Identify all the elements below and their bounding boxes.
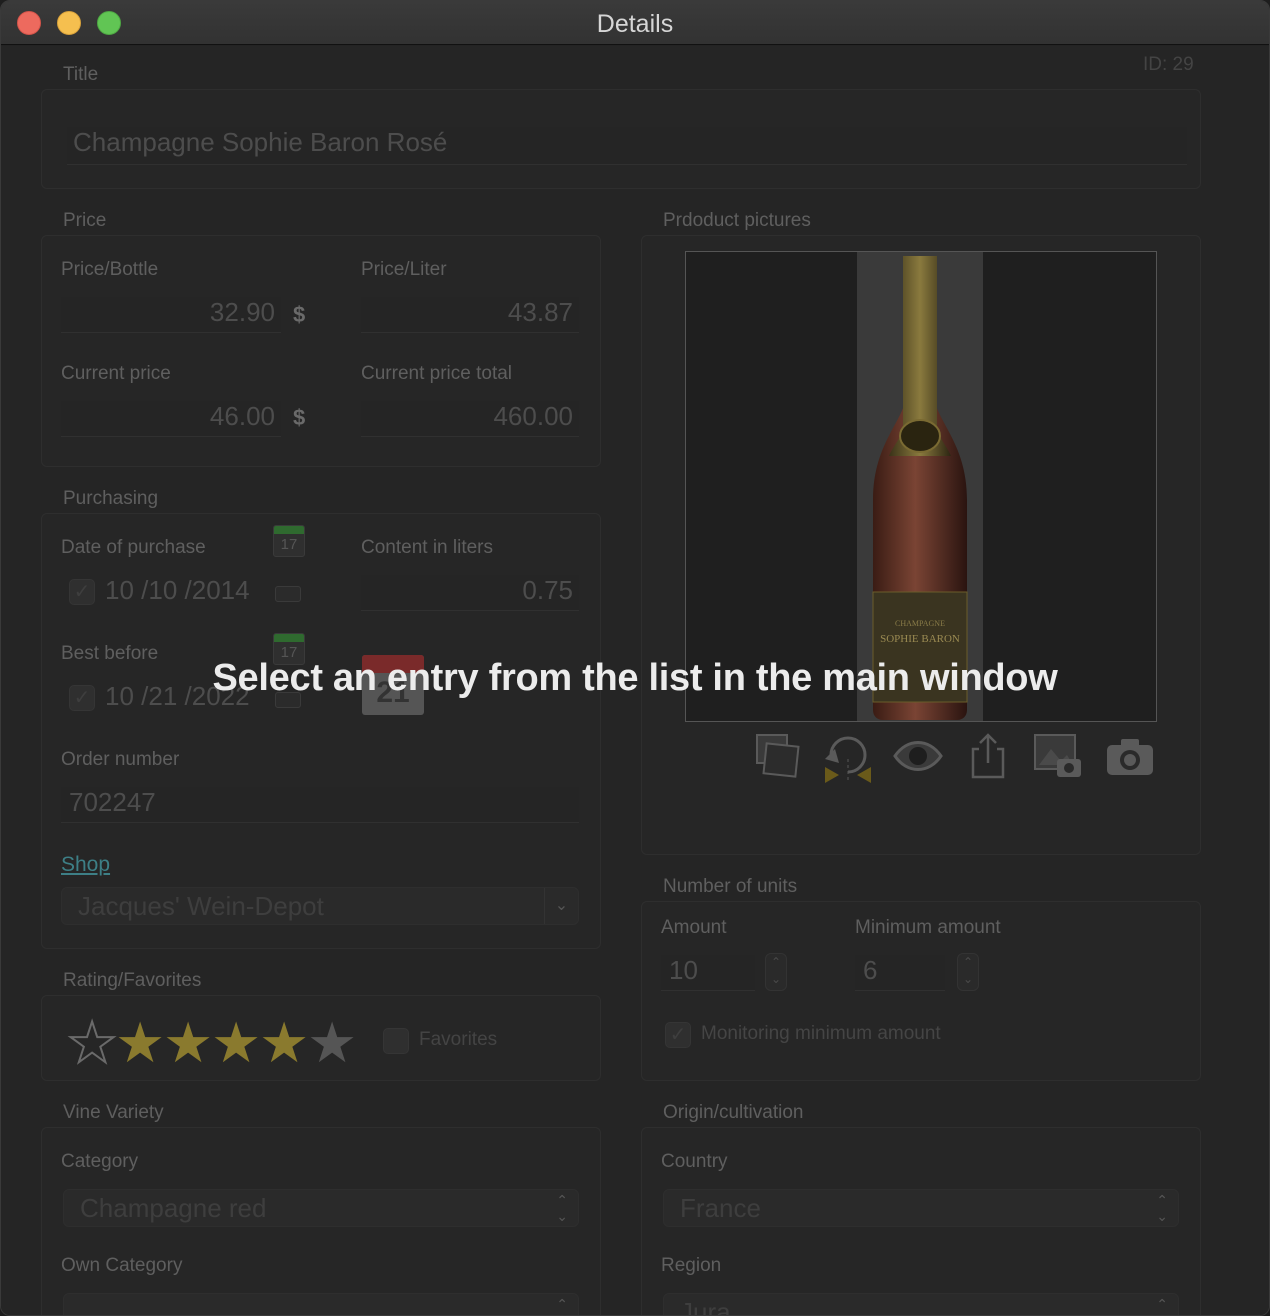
monitoring-checkbox[interactable]: ✓ bbox=[665, 1022, 691, 1048]
date-purchase-picker[interactable] bbox=[275, 586, 301, 602]
champagne-bottle-image: CHAMPAGNE SOPHIE BARON bbox=[872, 256, 968, 720]
amount-label: Amount bbox=[661, 917, 727, 938]
star-icon[interactable]: ★ bbox=[115, 1015, 165, 1071]
units-section-label: Number of units bbox=[663, 876, 798, 897]
country-value: France bbox=[680, 1193, 761, 1223]
calendar-day: 17 bbox=[280, 536, 298, 553]
updown-arrows-icon: ⌃ bbox=[556, 1296, 568, 1312]
updown-arrows-icon: ⌃ ⌄ bbox=[1156, 1192, 1168, 1224]
region-select[interactable]: Jura ⌃ bbox=[663, 1293, 1179, 1316]
price-bottle-currency: $ bbox=[293, 302, 306, 327]
star-icon[interactable]: ★ bbox=[259, 1015, 309, 1071]
updown-arrows-icon: ⌃ ⌄ bbox=[556, 1192, 568, 1224]
empty-selection-message: Select an entry from the list in the mai… bbox=[212, 657, 1058, 699]
window-title: Details bbox=[596, 10, 674, 38]
record-id: ID: 29 bbox=[1143, 54, 1194, 75]
order-number-label: Order number bbox=[61, 749, 180, 770]
price-liter-field[interactable]: 43.87 bbox=[361, 297, 579, 333]
vine-section-label: Vine Variety bbox=[63, 1102, 164, 1123]
country-select[interactable]: France ⌃ ⌄ bbox=[663, 1189, 1179, 1227]
title-bar: Details bbox=[1, 1, 1269, 45]
shop-select[interactable]: Jacques' Wein-Depot ⌄ bbox=[61, 887, 579, 925]
price-section-label: Price bbox=[63, 210, 107, 231]
monitoring-label: Monitoring minimum amount bbox=[701, 1023, 941, 1044]
title-field[interactable]: Champagne Sophie Baron Rosé bbox=[67, 127, 1187, 165]
price-liter-label: Price/Liter bbox=[361, 259, 447, 280]
category-value: Champagne red bbox=[80, 1193, 267, 1223]
star-icon[interactable]: ★ bbox=[163, 1015, 213, 1071]
clear-rating-star-icon[interactable]: ★ bbox=[66, 1014, 118, 1072]
shop-link[interactable]: Shop bbox=[61, 853, 110, 877]
photo-camera-import-icon[interactable] bbox=[1031, 729, 1085, 783]
category-select[interactable]: Champagne red ⌃ ⌄ bbox=[63, 1189, 579, 1227]
gallery-icon[interactable] bbox=[751, 729, 805, 783]
purchasing-section-label: Purchasing bbox=[63, 488, 159, 509]
region-label: Region bbox=[661, 1255, 722, 1276]
own-category-label: Own Category bbox=[61, 1255, 183, 1276]
bottle-label-text-top: CHAMPAGNE bbox=[895, 619, 945, 628]
bottle-label-text-brand: SOPHIE BARON bbox=[880, 633, 960, 645]
content-liters-label: Content in liters bbox=[361, 537, 494, 558]
current-price-field[interactable]: 46.00 bbox=[61, 401, 281, 437]
date-purchase-checkbox[interactable]: ✓ bbox=[69, 579, 95, 605]
favorites-label: Favorites bbox=[419, 1029, 498, 1050]
content-liters-field[interactable]: 0.75 bbox=[361, 575, 579, 611]
updown-arrows-icon: ⌃ bbox=[1156, 1296, 1168, 1312]
date-purchase-field[interactable]: 10 /10 /2014 bbox=[105, 575, 265, 611]
country-label: Country bbox=[661, 1151, 728, 1172]
chevron-down-icon: ⌄ bbox=[544, 888, 578, 924]
current-price-label: Current price bbox=[61, 363, 171, 384]
eye-icon[interactable] bbox=[891, 729, 945, 783]
current-total-field[interactable]: 460.00 bbox=[361, 401, 579, 437]
title-section-label: Title bbox=[63, 64, 99, 85]
rating-section-label: Rating/Favorites bbox=[63, 970, 202, 991]
current-price-currency: $ bbox=[293, 405, 306, 430]
star-icon[interactable]: ★ bbox=[211, 1015, 261, 1071]
amount-field[interactable]: 10 bbox=[661, 955, 755, 991]
region-value: Jura bbox=[680, 1297, 731, 1316]
product-image[interactable]: CHAMPAGNE SOPHIE BARON bbox=[685, 251, 1157, 722]
rotate-icon[interactable] bbox=[821, 729, 875, 783]
star-icon[interactable]: ★ bbox=[307, 1015, 357, 1071]
category-label: Category bbox=[61, 1151, 139, 1172]
amount-stepper[interactable]: ⌃ ⌄ bbox=[765, 953, 787, 991]
pictures-section-label: Prdoduct pictures bbox=[663, 210, 811, 231]
minimum-amount-field[interactable]: 6 bbox=[855, 955, 945, 991]
favorites-checkbox[interactable] bbox=[383, 1028, 409, 1054]
share-icon[interactable] bbox=[961, 729, 1015, 783]
price-bottle-label: Price/Bottle bbox=[61, 259, 159, 280]
order-number-field[interactable]: 702247 bbox=[61, 787, 579, 823]
minimum-amount-label: Minimum amount bbox=[855, 917, 1001, 938]
calendar-icon[interactable]: 17 bbox=[273, 525, 305, 557]
date-purchase-label: Date of purchase bbox=[61, 537, 206, 558]
minimum-amount-stepper[interactable]: ⌃ ⌄ bbox=[957, 953, 979, 991]
details-window: Details ID: 29 Title Champagne Sophie Ba… bbox=[0, 0, 1270, 1316]
price-bottle-field[interactable]: 32.90 bbox=[61, 297, 281, 333]
shop-value: Jacques' Wein-Depot bbox=[78, 891, 324, 921]
origin-section-label: Origin/cultivation bbox=[663, 1102, 804, 1123]
own-category-select[interactable]: ⌃ bbox=[63, 1293, 579, 1315]
current-total-label: Current price total bbox=[361, 363, 513, 384]
camera-icon[interactable] bbox=[1103, 729, 1157, 783]
